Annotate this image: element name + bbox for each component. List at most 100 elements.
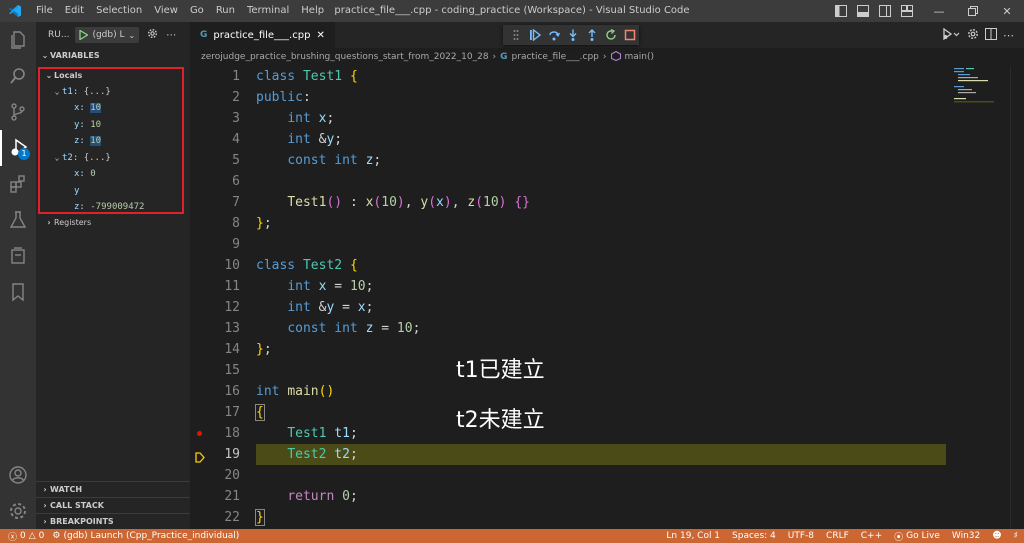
bookmarks-icon[interactable] (0, 274, 36, 310)
code-editor[interactable]: 1 class Test1 { 2 public: 3 int x; 4 int &… (190, 66, 1024, 529)
code-line: 4 int &y; (190, 129, 1024, 150)
close-icon[interactable]: ✕ (316, 30, 324, 41)
problems-indicator[interactable]: ⓧ 0 △ 0 (8, 530, 44, 543)
breakpoint-icon[interactable] (197, 431, 202, 436)
menu-run[interactable]: Run (210, 0, 241, 22)
search-icon[interactable] (0, 58, 36, 94)
minimap[interactable] (950, 66, 1010, 106)
feedback-icon[interactable]: ☻ (992, 531, 1001, 541)
minimize-button[interactable]: — (922, 0, 956, 22)
drag-handle-icon[interactable] (507, 26, 524, 44)
more-actions-icon[interactable]: ⋯ (166, 30, 176, 41)
registers-scope[interactable]: › Registers (40, 215, 91, 229)
watch-section-header[interactable]: › WATCH (36, 481, 190, 497)
toggle-secondary-sidebar-icon[interactable] (878, 4, 892, 18)
cpp-file-icon: G (500, 52, 508, 62)
open-launch-json-gear-icon[interactable] (147, 28, 158, 42)
variable-t2-z[interactable]: z: -799009472 (40, 199, 186, 216)
variable-value: {...} (83, 152, 111, 163)
stop-icon[interactable] (622, 26, 639, 44)
encoding[interactable]: UTF-8 (788, 531, 814, 541)
cursor-position[interactable]: Ln 19, Col 1 (666, 531, 720, 541)
testing-icon[interactable] (0, 202, 36, 238)
notifications-bell-icon[interactable]: ♯ (1014, 531, 1018, 541)
chevron-down-icon: ⌄ (54, 87, 60, 97)
line-number: 2 (232, 90, 240, 105)
explorer-icon[interactable] (0, 22, 36, 58)
debug-config-select[interactable]: (gdb) L ⌄ (75, 27, 140, 43)
restore-button[interactable] (956, 0, 990, 22)
breakpoints-section-header[interactable]: › BREAKPOINTS (36, 513, 190, 529)
call-stack-section-header[interactable]: › CALL STACK (36, 497, 190, 513)
step-over-icon[interactable] (545, 26, 562, 44)
menu-file[interactable]: File (30, 0, 59, 22)
code-line: 18 Test1 t1; (190, 423, 1024, 444)
line-ending[interactable]: CRLF (826, 531, 849, 541)
go-live-button[interactable]: ⦿ Go Live (894, 530, 940, 543)
step-out-icon[interactable] (584, 26, 601, 44)
menu-edit[interactable]: Edit (59, 0, 90, 22)
breadcrumb-symbol[interactable]: main() (625, 52, 655, 62)
variable-t1-y[interactable]: y: 10 (40, 117, 186, 134)
locals-label: Locals (54, 70, 83, 80)
extensions-icon[interactable] (0, 166, 36, 202)
run-debug-sidebar: RU... (gdb) L ⌄ ⋯ ⌄ VARIABLES ⌄ Locals ⌄… (36, 22, 190, 529)
menu-go[interactable]: Go (184, 0, 210, 22)
debug-launch-status[interactable]: ⚙ (gdb) Launch (Cpp_Practice_individual) (52, 531, 239, 541)
language-mode[interactable]: C++ (861, 531, 882, 541)
vertical-scrollbar[interactable] (1010, 66, 1024, 529)
customize-layout-icon[interactable] (900, 4, 914, 18)
variable-value: 0 (90, 169, 96, 180)
start-debugging-icon[interactable] (79, 30, 89, 40)
line-number: 18 (224, 426, 240, 441)
toggle-sidebar-icon[interactable] (834, 4, 848, 18)
run-debug-dropdown-icon[interactable] (943, 27, 961, 43)
variable-name: z: (74, 136, 85, 147)
variable-t1[interactable]: ⌄ t1: {...} (40, 84, 186, 101)
more-actions-icon[interactable]: ⋯ (1003, 29, 1014, 42)
menu-selection[interactable]: Selection (90, 0, 148, 22)
restart-icon[interactable] (603, 26, 620, 44)
continue-icon[interactable] (526, 26, 543, 44)
breadcrumb: zerojudge_practice_brushing_questions_st… (190, 48, 1024, 66)
variable-t1-z[interactable]: z: 10 (40, 133, 186, 150)
menu-help[interactable]: Help (295, 0, 330, 22)
split-editor-icon[interactable] (985, 27, 997, 43)
settings-gear-icon[interactable] (967, 28, 979, 43)
toggle-panel-icon[interactable] (856, 4, 870, 18)
indentation[interactable]: Spaces: 4 (732, 531, 776, 541)
variable-t1-x[interactable]: x: 10 (40, 100, 186, 117)
debug-toolbar (503, 25, 639, 45)
breadcrumb-folder[interactable]: zerojudge_practice_brushing_questions_st… (201, 52, 489, 62)
activity-bar: 1 (0, 22, 36, 529)
editor-area: G practice_file___.cpp ✕ ⋯ zerojudge_pra… (190, 22, 1024, 529)
locals-scope[interactable]: ⌄ Locals (40, 67, 186, 84)
line-number: 10 (224, 258, 240, 273)
variable-name: z: (74, 202, 85, 213)
tab-practice-file[interactable]: G practice_file___.cpp ✕ (190, 22, 335, 48)
variable-t2-x[interactable]: x: 0 (40, 166, 186, 183)
manage-gear-icon[interactable] (0, 493, 36, 529)
platform[interactable]: Win32 (952, 531, 980, 541)
code-line: 20 (190, 465, 1024, 486)
code-line: 3 int x; (190, 108, 1024, 129)
variable-name: y: (74, 119, 85, 130)
breadcrumb-file[interactable]: practice_file___.cpp (512, 52, 599, 62)
source-control-icon[interactable] (0, 94, 36, 130)
line-number: 14 (224, 342, 240, 357)
menu-terminal[interactable]: Terminal (241, 0, 295, 22)
variable-t2[interactable]: ⌄ t2: {...} (40, 150, 186, 167)
variable-t2-y[interactable]: y (40, 183, 186, 200)
close-button[interactable]: ✕ (990, 0, 1024, 22)
menu-view[interactable]: View (148, 0, 184, 22)
chevron-right-icon: › (492, 52, 497, 62)
current-line-highlight (256, 444, 946, 465)
variables-section-header[interactable]: ⌄ VARIABLES (36, 48, 190, 62)
status-bar: ⓧ 0 △ 0 ⚙ (gdb) Launch (Cpp_Practice_indiv… (0, 529, 1024, 543)
sidebar-header: RU... (gdb) L ⌄ ⋯ (36, 22, 190, 48)
remote-explorer-icon[interactable] (0, 238, 36, 274)
account-icon[interactable] (0, 457, 36, 493)
run-debug-icon[interactable]: 1 (0, 130, 36, 166)
variable-name: t1: (62, 86, 79, 97)
step-into-icon[interactable] (564, 26, 581, 44)
